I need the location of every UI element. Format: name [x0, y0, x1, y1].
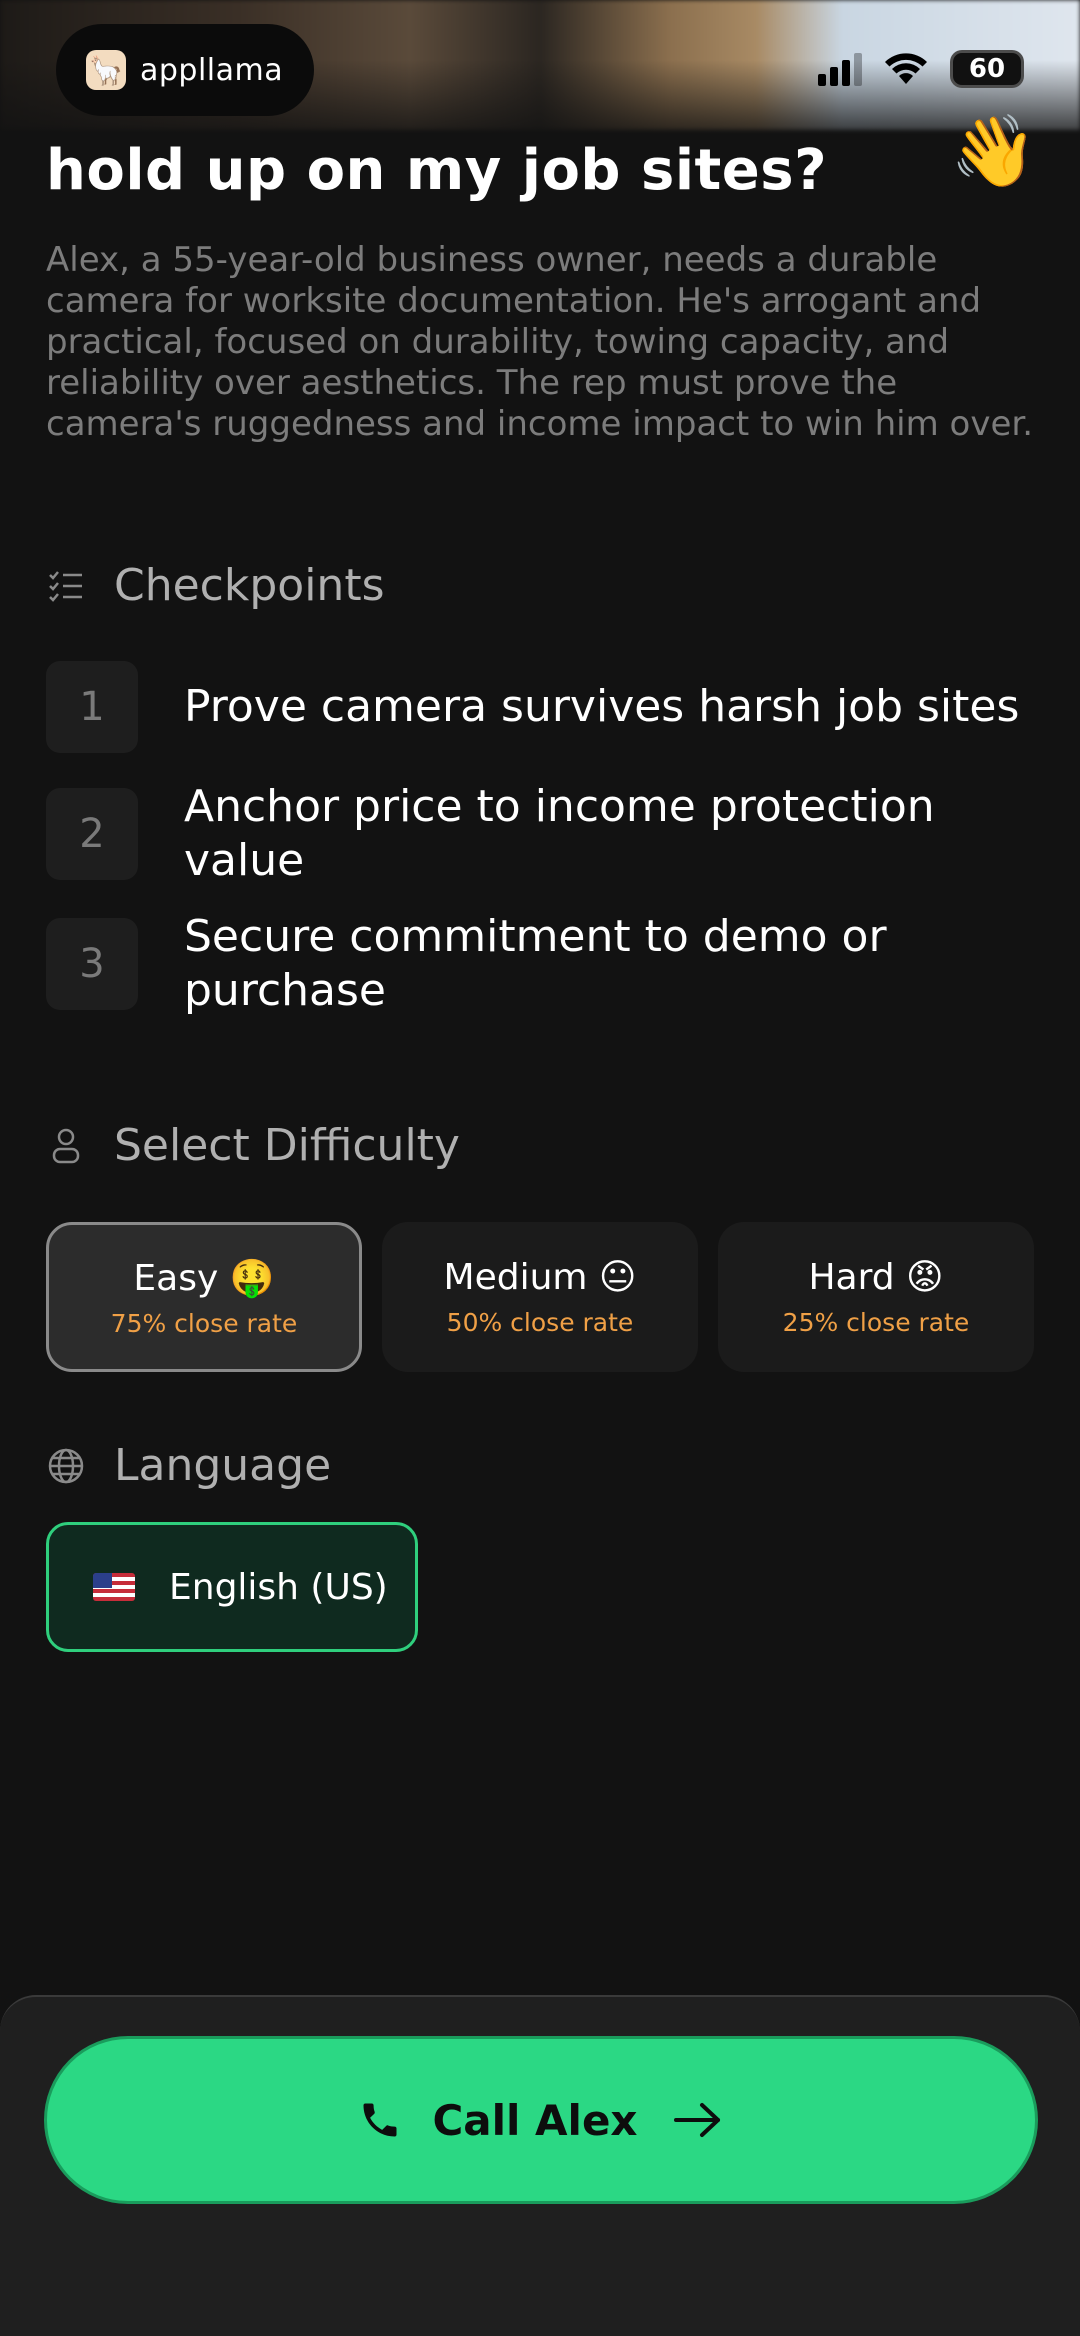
checkpoint-item: 3 Secure commitment to demo or purchase: [46, 910, 1064, 1018]
page-title: hold up on my job sites?: [46, 138, 828, 203]
checkpoints-header: Checkpoints: [46, 560, 385, 611]
difficulty-rate: 75% close rate: [110, 1308, 298, 1338]
checkpoint-number: 1: [46, 661, 138, 753]
status-icons: 60: [818, 50, 1024, 88]
us-flag-icon: [93, 1573, 135, 1601]
battery-level: 60: [968, 54, 1006, 84]
checkpoints-title: Checkpoints: [114, 560, 385, 611]
brand-name: appllama: [140, 52, 284, 88]
call-button[interactable]: Call Alex: [44, 2036, 1038, 2204]
globe-icon: [46, 1446, 86, 1486]
checkpoint-text: Prove camera survives harsh job sites: [184, 681, 1020, 732]
battery-icon: 60: [950, 50, 1024, 88]
checkpoint-item: 2 Anchor price to income protection valu…: [46, 780, 1064, 888]
difficulty-header: Select Difficulty: [46, 1120, 460, 1171]
arrow-right-icon: [673, 2103, 720, 2137]
difficulty-name: Easy 🤑: [133, 1257, 275, 1299]
language-title: Language: [114, 1440, 332, 1491]
difficulty-title: Select Difficulty: [114, 1120, 460, 1171]
llama-logo-icon: 🦙: [86, 50, 126, 90]
difficulty-option-easy[interactable]: Easy 🤑 75% close rate: [46, 1222, 362, 1372]
language-option-english[interactable]: English (US): [46, 1522, 418, 1652]
signal-icon: [818, 52, 862, 86]
call-button-label: Call Alex: [432, 2095, 638, 2145]
checklist-icon: [46, 566, 86, 606]
difficulty-option-hard[interactable]: Hard 😡 25% close rate: [718, 1222, 1034, 1372]
checkpoint-text: Secure commitment to demo or purchase: [184, 911, 887, 1016]
checkpoint-number: 3: [46, 918, 138, 1010]
checkpoint-text: Anchor price to income protection value: [184, 781, 935, 886]
difficulty-option-medium[interactable]: Medium 😐 50% close rate: [382, 1222, 698, 1372]
checkpoint-item: 1 Prove camera survives harsh job sites: [46, 661, 1064, 753]
language-header: Language: [46, 1440, 331, 1491]
person-icon: [46, 1126, 86, 1166]
wave-emoji-icon: 👋: [950, 110, 1038, 192]
phone-icon: [363, 2103, 397, 2137]
app-root: 🦙 appllama 60 hold up on my job sites? 👋…: [0, 0, 1080, 2336]
brand-pill[interactable]: 🦙 appllama: [56, 24, 314, 116]
wifi-icon: [885, 53, 927, 84]
checkpoint-number: 2: [46, 788, 138, 880]
scenario-description: Alex, a 55-year-old business owner, need…: [46, 240, 1034, 444]
language-label: English (US): [169, 1566, 388, 1608]
difficulty-rate: 25% close rate: [782, 1308, 970, 1337]
difficulty-name: Hard 😡: [808, 1257, 944, 1298]
difficulty-name: Medium 😐: [443, 1257, 637, 1298]
difficulty-rate: 50% close rate: [446, 1308, 634, 1337]
